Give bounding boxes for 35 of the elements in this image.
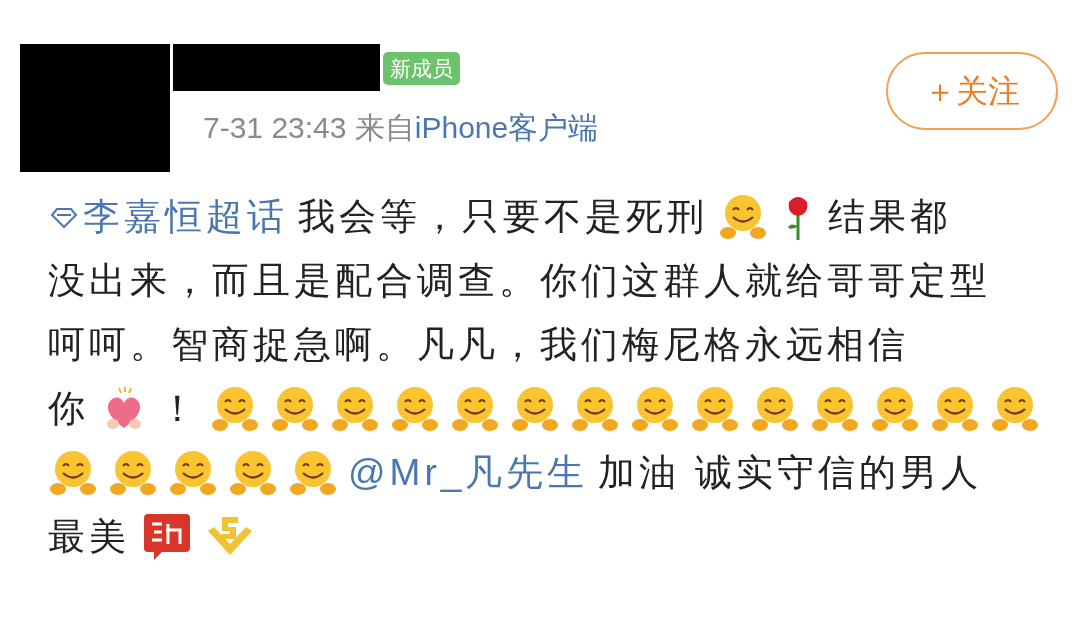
hugging-face-icon xyxy=(870,384,920,434)
follow-button[interactable]: ＋关注 xyxy=(886,52,1058,130)
hugging-face-icon xyxy=(718,192,768,242)
hugging-face-icon xyxy=(570,384,620,434)
hugging-face-icon xyxy=(48,448,98,498)
hugging-face-icon xyxy=(330,384,380,434)
post-text: 我会等，只要不是死刑 xyxy=(298,195,708,240)
hugging-face-icon xyxy=(288,448,338,498)
hugging-face-icon xyxy=(390,384,440,434)
source-label: 来自 xyxy=(354,111,415,144)
hugging-face-icon xyxy=(750,384,800,434)
hugging-face-icon xyxy=(108,448,158,498)
post-text: ！ xyxy=(159,387,200,432)
member-badge: 新成员 xyxy=(383,52,460,86)
hugging-face-icon xyxy=(690,384,740,434)
hugging-face-icon xyxy=(168,448,218,498)
mention-link[interactable]: @Mr_凡先生 xyxy=(348,445,589,501)
hugging-face-icon xyxy=(450,384,500,434)
hugging-face-icon xyxy=(930,384,980,434)
hugging-face-icon xyxy=(810,384,860,434)
post-time: 7-31 23:43 xyxy=(203,111,347,144)
hugging-face-icon xyxy=(990,384,1040,434)
source-link[interactable]: iPhone客户端 xyxy=(414,111,599,144)
post-text: 结果都 xyxy=(828,195,951,240)
hugging-face-icon xyxy=(210,384,260,434)
hugging-face-icon xyxy=(630,384,680,434)
hugging-face-icon xyxy=(270,384,320,434)
hugging-face-icon xyxy=(228,448,278,498)
post-text: 呵呵。智商捉急啊。凡凡，我们梅尼格永远相信 xyxy=(48,323,909,368)
topic-link[interactable]: 李嘉恒超话 xyxy=(48,189,288,245)
hugging-face-icon xyxy=(510,384,560,434)
post-text: 你 xyxy=(48,387,89,432)
post-text: 没出来，而且是配合调查。你们这群人就给哥哥定型 xyxy=(48,259,991,304)
post-text: 加油 诚实守信的男人 xyxy=(598,451,982,496)
post-text: 最美 xyxy=(48,515,130,560)
